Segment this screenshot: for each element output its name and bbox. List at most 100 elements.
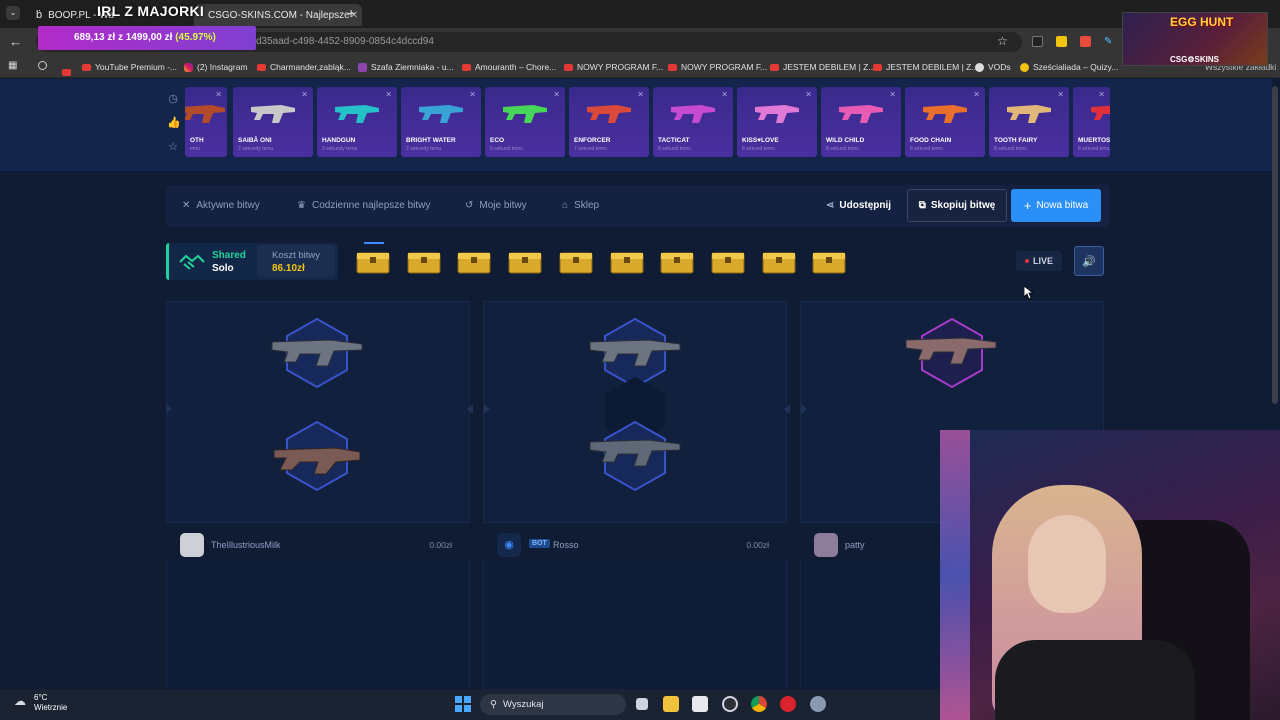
new-tab-icon[interactable]: + <box>347 5 355 21</box>
bookmark-label: JESTEM DEBILEM | Z... <box>783 62 876 72</box>
player-name[interactable]: TheIllustriousMilk <box>211 540 281 550</box>
recent-drop-card[interactable]: ✕ FOOD CHAIN 8 sekund temu <box>905 87 985 157</box>
drop-time: 5 sekund temu <box>490 146 523 152</box>
nav-label: Sklep <box>574 200 600 211</box>
nav-shop[interactable]: ⌂ Sklep <box>562 200 599 211</box>
bookmark-item[interactable]: (2) Instagram <box>184 60 248 74</box>
mode-label: Shared <box>212 250 246 261</box>
weapon-image <box>251 105 295 123</box>
recent-drop-card[interactable]: ✕ HANDGUN 2 sekundy temu <box>317 87 397 157</box>
windows-start-icon[interactable] <box>455 696 471 712</box>
speaker-icon: 🔊 <box>1082 255 1096 268</box>
obs-icon[interactable] <box>722 696 738 712</box>
case-icon[interactable] <box>356 247 390 277</box>
case-icon[interactable] <box>812 247 846 277</box>
bookmark-item[interactable]: Sześcialiada – Quizy... <box>1020 60 1118 74</box>
case-icon[interactable] <box>660 247 694 277</box>
nav-my-battles[interactable]: ↺ Moje bitwy <box>465 200 527 211</box>
case-icon[interactable] <box>407 247 441 277</box>
swords-icon: ✕ <box>805 90 812 99</box>
drop-name: BRIGHT WATER <box>406 137 456 144</box>
bookmark-item[interactable]: NOWY PROGRAM F... <box>564 60 663 74</box>
file-explorer-icon[interactable] <box>663 696 679 712</box>
star-icon[interactable]: ☆ <box>167 141 179 153</box>
avatar[interactable] <box>180 533 204 557</box>
live-toggle[interactable]: LIVE <box>1016 251 1062 271</box>
sound-toggle-button[interactable]: 🔊 <box>1074 246 1104 276</box>
bookmark-item[interactable]: VODs <box>975 60 1011 74</box>
drop-time: 2 sekundy temu <box>406 146 442 152</box>
browser-tab-2[interactable]: CSGO-SKINS.COM - Najlepsze ✕ <box>194 4 362 26</box>
apps-grid-icon[interactable]: ▦ <box>8 60 17 71</box>
recent-drop-card[interactable]: ✕ ENFORCER 7 sekund temu <box>569 87 649 157</box>
new-battle-button[interactable]: + Nowa bitwa <box>1011 189 1101 222</box>
weather-widget[interactable]: 6°C Wietrznie <box>34 693 67 713</box>
recent-drop-card[interactable]: ✕ KISS♥LOVE 8 sekund temu <box>737 87 817 157</box>
handshake-icon <box>179 254 205 270</box>
case-icon[interactable] <box>559 247 593 277</box>
bookmark-label: Sześcialiada – Quizy... <box>1033 62 1119 72</box>
case-icon[interactable] <box>457 247 491 277</box>
bookmark-item[interactable]: Amouranth – Chore... <box>462 60 556 74</box>
player-name[interactable]: patty <box>845 540 865 550</box>
bookmark-favicon-icon <box>38 61 47 70</box>
weapon-image <box>503 105 547 123</box>
page-scrollbar[interactable] <box>1272 86 1278 404</box>
recent-drop-card[interactable]: ✕ MUERTOS 8 sekund temu <box>1073 87 1110 157</box>
share-icon: ⋖ <box>826 200 835 211</box>
tab-favicon-icon: ḃ <box>36 9 43 21</box>
clock-icon[interactable]: ◷ <box>167 93 179 105</box>
app-icon-red[interactable] <box>780 696 796 712</box>
recent-drop-card[interactable]: ✕ ECO 5 sekund temu <box>485 87 565 157</box>
weapon-image <box>335 105 379 123</box>
extension-icon-4[interactable]: ✎ <box>1104 36 1115 47</box>
right-arrow-icon <box>779 404 790 414</box>
nav-daily-best[interactable]: ♛ Codzienne najlepsze bitwy <box>297 200 430 211</box>
recent-drop-card[interactable]: ✕ TACTICAT 8 sekund temu <box>653 87 733 157</box>
bookmark-item[interactable]: YouTube Premium -... <box>82 60 177 74</box>
bookmark-item[interactable]: JESTEM DEBILEM | Z... <box>770 60 875 74</box>
recent-drop-card[interactable]: ✕ SAIBĀ ONI 2 sekundy temu <box>233 87 313 157</box>
bot-icon: ◉ <box>504 539 514 551</box>
weather-temp: 6°C <box>34 693 48 702</box>
bookmark-star-icon[interactable]: ☆ <box>997 34 1008 48</box>
extension-icon-1[interactable] <box>1032 36 1043 47</box>
recent-drop-card[interactable]: ✕ BRIGHT WATER 2 sekundy temu <box>401 87 481 157</box>
task-view-icon[interactable] <box>636 698 648 710</box>
bookmark-item[interactable]: Szafa Ziemniaka - u... <box>358 60 454 74</box>
case-icon[interactable] <box>508 247 542 277</box>
extension-icon-2[interactable] <box>1056 36 1067 47</box>
store-icon[interactable] <box>692 696 708 712</box>
nav-active-battles[interactable]: ✕ Aktywne bitwy <box>182 200 260 211</box>
egg-hunt-brand: CSG⚙SKINS <box>1170 55 1219 64</box>
case-icon[interactable] <box>610 247 644 277</box>
extension-icon-3[interactable] <box>1080 36 1091 47</box>
bookmarks-bar: ▦ YouTube Premium -... (2) Instagram Cha… <box>0 56 1280 78</box>
drop-time: 8 sekund temu <box>658 146 691 152</box>
weather-icon[interactable]: ☁ <box>14 694 26 708</box>
drop-time: 2 sekundy temu <box>238 146 274 152</box>
case-icon[interactable] <box>762 247 796 277</box>
tab-list-menu-icon[interactable]: ⌄ <box>6 6 20 20</box>
drop-time: 8 sekund temu <box>994 146 1027 152</box>
weapon-image <box>1007 105 1051 123</box>
bookmark-item[interactable]: JESTEM DEBILEM | Z... <box>873 60 978 74</box>
settings-icon[interactable] <box>810 696 826 712</box>
recent-drop-card[interactable]: ✕ WILD CHILD 8 sekund temu <box>821 87 901 157</box>
copy-battle-button[interactable]: ⧉ Skopiuj bitwę <box>907 189 1007 222</box>
back-icon[interactable]: ← <box>9 34 22 49</box>
weapon-image <box>587 105 631 123</box>
taskbar-search[interactable]: ⚲ Wyszukaj <box>480 694 626 715</box>
player-name[interactable]: Rosso <box>553 540 579 550</box>
thumbs-up-icon[interactable]: 👍 <box>167 117 181 129</box>
recent-drop-card[interactable]: ✕ TOOTH FAIRY 8 sekund temu <box>989 87 1069 157</box>
recent-drop-card[interactable]: ✕ OTH emu <box>185 87 227 157</box>
avatar[interactable] <box>814 533 838 557</box>
bookmark-item[interactable]: NOWY PROGRAM F... <box>668 60 767 74</box>
tab-label: CSGO-SKINS.COM - Najlepsze <box>208 9 350 21</box>
bookmark-item[interactable]: Charmander,zabląk... <box>257 60 351 74</box>
share-button[interactable]: ⋖ Udostępnij <box>826 200 891 211</box>
drop-time: 8 sekund temu <box>1078 146 1110 152</box>
chrome-icon[interactable] <box>751 696 767 712</box>
case-icon[interactable] <box>711 247 745 277</box>
